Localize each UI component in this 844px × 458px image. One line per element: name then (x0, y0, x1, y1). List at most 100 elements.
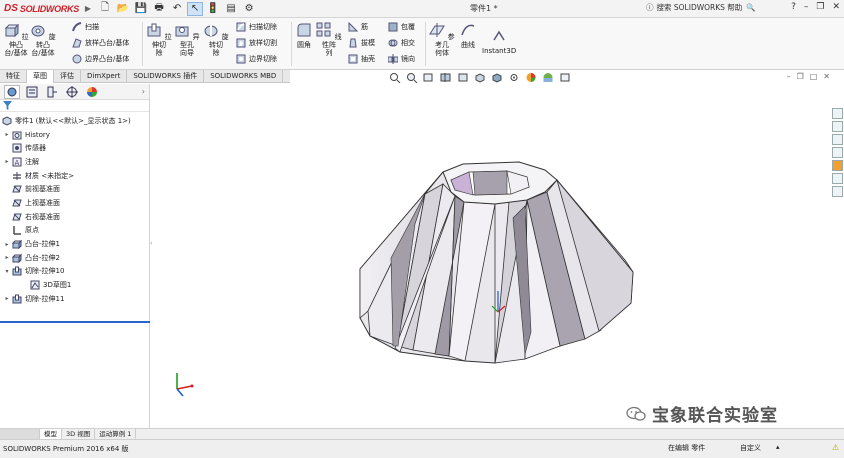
search-icon[interactable]: 🔍 (746, 3, 755, 12)
select-pointer-icon[interactable]: ↖ (187, 1, 204, 16)
close-icon[interactable]: ✕ (832, 2, 840, 12)
tree-item-right-plane[interactable]: 右视基准面 (0, 210, 149, 224)
hole-wizard-button[interactable]: 异型孔 向导 (174, 22, 200, 57)
apply-scene-icon[interactable] (542, 72, 554, 83)
design-library-icon[interactable] (832, 121, 843, 132)
shell-button[interactable]: 抽壳 (348, 54, 375, 64)
configuration-manager-tab-icon[interactable] (44, 85, 60, 99)
solidworks-resources-icon[interactable] (832, 108, 843, 119)
restore-icon[interactable]: ❐ (816, 2, 824, 12)
custom-units-text[interactable]: 自定义 (740, 443, 761, 453)
tab-solidworks-addins[interactable]: SOLIDWORKS 插件 (127, 70, 205, 83)
tree-item-history[interactable]: ▸ History (0, 128, 149, 142)
print-icon[interactable]: 🖶 (151, 2, 167, 16)
linear-pattern-button[interactable]: 线性阵 列 (316, 22, 342, 57)
rollback-bar[interactable] (0, 321, 150, 323)
appearances-scenes-icon[interactable] (832, 160, 843, 171)
tree-item-annotations[interactable]: ▸ A 注解 (0, 155, 149, 169)
tab-3d-view[interactable]: 3D 视图 (62, 428, 96, 440)
bottom-nav-arrows[interactable] (0, 428, 40, 440)
forum-icon[interactable] (832, 186, 843, 197)
zoom-to-area-icon[interactable] (406, 72, 418, 83)
solidworks-logo[interactable]: DS SOLIDWORKS (0, 0, 83, 18)
hide-show-items-icon[interactable] (508, 72, 520, 83)
tab-model[interactable]: 模型 (40, 428, 62, 440)
fillet-button[interactable]: 圆角 (294, 22, 314, 49)
panel-expand-arrow-icon[interactable]: › (142, 87, 145, 96)
tree-item-sensors[interactable]: 传感器 (0, 141, 149, 155)
wrap-button[interactable]: 包覆 (388, 22, 415, 32)
tab-solidworks-mbd[interactable]: SOLIDWORKS MBD (204, 70, 284, 83)
mirror-button[interactable]: 镜向 (388, 54, 415, 64)
revolve-cut-button[interactable]: 旋转切 除 (203, 22, 229, 57)
help-search[interactable]: ⓘ 搜索 SOLIDWORKS 帮助 🔍 (646, 2, 756, 13)
tree-item-origin[interactable]: 原点 (0, 224, 149, 238)
viewport-close-icon[interactable]: ✕ (823, 72, 830, 81)
graphics-area[interactable] (155, 84, 832, 430)
display-manager-tab-icon[interactable] (84, 85, 100, 99)
undo-icon[interactable]: ↶ (169, 2, 185, 16)
file-explorer-icon[interactable] (832, 134, 843, 145)
sweep-cut-button[interactable]: 扫描切除 (236, 22, 277, 32)
view-orientation-icon[interactable] (474, 72, 486, 83)
new-document-icon[interactable]: 🗋 (97, 2, 113, 16)
tab-features[interactable]: 特征 (0, 70, 27, 83)
view-settings-icon[interactable] (559, 72, 571, 83)
loft-cut-button[interactable]: 放样切割 (236, 38, 277, 48)
display-style-icon[interactable] (491, 72, 503, 83)
zoom-to-fit-icon[interactable] (389, 72, 401, 83)
loft-boss-button[interactable]: 放样凸台/基体 (72, 38, 129, 48)
units-dropdown-icon[interactable]: ▴ (776, 443, 780, 451)
options-gear-icon[interactable]: ⚙ (241, 2, 257, 16)
sweep-button[interactable]: 扫描 (72, 22, 99, 32)
menu-expand-arrow-icon[interactable]: ▶ (85, 4, 91, 13)
status-notification-icon[interactable]: ⚠ (832, 443, 839, 452)
tree-item-front-plane[interactable]: 前视基准面 (0, 182, 149, 196)
viewport-minimize-icon[interactable]: – (787, 72, 791, 81)
tree-item-cut-extrude10[interactable]: ▾ 切除-拉伸10 (0, 265, 149, 279)
tab-motion-study[interactable]: 运动算例 1 (95, 428, 137, 440)
edit-appearance-icon[interactable] (525, 72, 537, 83)
tree-root-part[interactable]: 零件1 (默认<<默认>_显示状态 1>) (0, 114, 149, 128)
viewport-maximize-icon[interactable]: □ (810, 72, 818, 81)
property-manager-tab-icon[interactable] (24, 85, 40, 99)
view-palette-icon[interactable] (832, 147, 843, 158)
save-icon[interactable]: 💾 (133, 2, 149, 16)
solidworks-logo-text: SOLIDWORKS (19, 3, 79, 14)
revolve-boss-button[interactable]: 旋转凸 台/基体 (30, 22, 56, 57)
part-model[interactable] (155, 84, 832, 430)
rebuild-icon[interactable]: 🚦 (205, 2, 221, 16)
tab-dimxpert[interactable]: DimXpert (81, 70, 128, 83)
viewport-restore-icon[interactable]: ❐ (797, 72, 804, 81)
extrude-boss-button[interactable]: 拉伸凸 台/基体 (3, 22, 29, 57)
tree-item-3d-sketch1[interactable]: 3D草图1 (0, 278, 149, 292)
dynamic-annotation-icon[interactable] (457, 72, 469, 83)
tree-item-material[interactable]: 材质 <未指定> (0, 169, 149, 183)
previous-view-icon[interactable] (423, 72, 435, 83)
tree-filter[interactable] (0, 100, 149, 112)
tree-item-boss-extrude2[interactable]: ▸ 凸台-拉伸2 (0, 251, 149, 265)
rib-button[interactable]: 筋 (348, 22, 368, 32)
intersect-button[interactable]: 相交 (388, 38, 415, 48)
tree-item-cut-extrude11[interactable]: ▸ 切除-拉伸11 (0, 292, 149, 306)
tab-evaluate[interactable]: 评估 (54, 70, 81, 83)
dimxpert-manager-tab-icon[interactable] (64, 85, 80, 99)
curves-button[interactable]: 曲线 (458, 22, 478, 49)
annotations-icon: A (12, 157, 22, 167)
tree-item-top-plane[interactable]: 上视基准面 (0, 196, 149, 210)
help-question-icon[interactable]: ? (791, 2, 796, 12)
open-document-icon[interactable]: 📂 (115, 2, 131, 16)
extrude-cut-button[interactable]: 拉伸切 除 (146, 22, 172, 57)
boundary-boss-button[interactable]: 边界凸台/基体 (72, 54, 129, 64)
minimize-icon[interactable]: – (804, 2, 809, 12)
instant3d-button[interactable]: Instant3D (482, 28, 516, 55)
tab-sketch[interactable]: 草图 (27, 70, 54, 83)
reference-geometry-button[interactable]: 参考几 何体 (428, 22, 456, 57)
section-view-icon[interactable] (440, 72, 452, 83)
draft-button[interactable]: 拔模 (348, 38, 375, 48)
feature-manager-tab-icon[interactable] (4, 84, 20, 99)
tree-item-boss-extrude1[interactable]: ▸ 凸台-拉伸1 (0, 237, 149, 251)
file-properties-icon[interactable]: ▤ (223, 2, 239, 16)
custom-properties-icon[interactable] (832, 173, 843, 184)
boundary-cut-button[interactable]: 边界切除 (236, 54, 277, 64)
